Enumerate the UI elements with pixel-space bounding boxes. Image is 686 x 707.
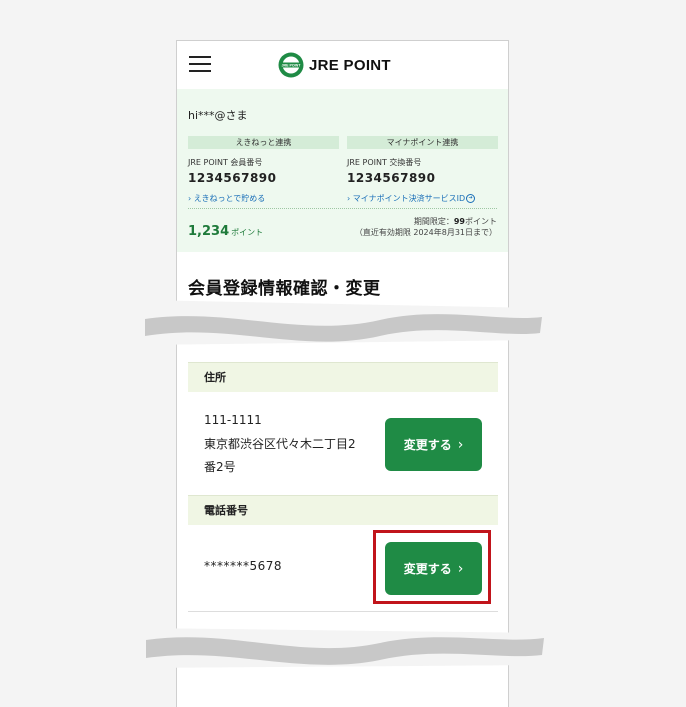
cut-marks [140, 300, 545, 668]
highlight-box [373, 530, 491, 604]
